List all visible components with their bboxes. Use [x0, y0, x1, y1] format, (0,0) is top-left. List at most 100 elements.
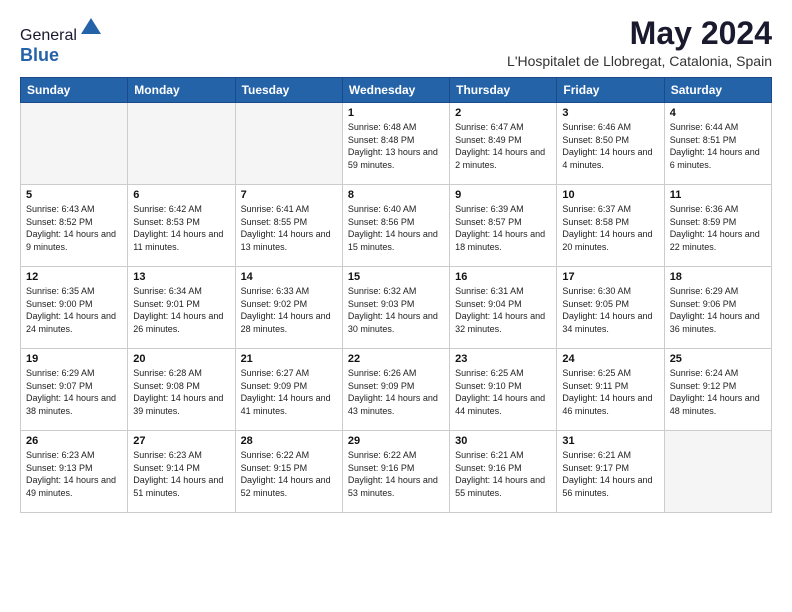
calendar-cell: 6 Sunrise: 6:42 AMSunset: 8:53 PMDaylight…: [128, 185, 235, 267]
cell-info: Sunrise: 6:22 AMSunset: 9:15 PMDaylight:…: [241, 449, 337, 499]
day-number: 1: [348, 107, 444, 119]
calendar-cell: 28 Sunrise: 6:22 AMSunset: 9:15 PMDayligh…: [235, 431, 342, 513]
day-number: 20: [133, 353, 229, 365]
cell-info: Sunrise: 6:39 AMSunset: 8:57 PMDaylight:…: [455, 203, 551, 253]
calendar-cell: 20 Sunrise: 6:28 AMSunset: 9:08 PMDayligh…: [128, 349, 235, 431]
cell-info: Sunrise: 6:28 AMSunset: 9:08 PMDaylight:…: [133, 367, 229, 417]
week-row-1: 5 Sunrise: 6:43 AMSunset: 8:52 PMDaylight…: [21, 185, 772, 267]
header: General Blue May 2024 L'Hospitalet de Ll…: [20, 16, 772, 69]
calendar-cell: 27Sunrise: 6:23 AMSunset: 9:14 PMDayligh…: [128, 431, 235, 513]
calendar-cell: 22Sunrise: 6:26 AMSunset: 9:09 PMDayligh…: [342, 349, 449, 431]
calendar-cell: [128, 103, 235, 185]
calendar-cell: 21 Sunrise: 6:27 AMSunset: 9:09 PMDayligh…: [235, 349, 342, 431]
cell-info: Sunrise: 6:48 AMSunset: 8:48 PMDaylight:…: [348, 121, 444, 171]
day-number: 16: [455, 271, 551, 283]
calendar-cell: [21, 103, 128, 185]
logo-general-text: General: [20, 27, 77, 44]
calendar-cell: 24Sunrise: 6:25 AMSunset: 9:11 PMDayligh…: [557, 349, 664, 431]
cell-info: Sunrise: 6:22 AMSunset: 9:16 PMDaylight:…: [348, 449, 444, 499]
weekday-header-tuesday: Tuesday: [235, 78, 342, 103]
cell-info: Sunrise: 6:47 AMSunset: 8:49 PMDaylight:…: [455, 121, 551, 171]
weekday-header-friday: Friday: [557, 78, 664, 103]
cell-info: Sunrise: 6:41 AMSunset: 8:55 PMDaylight:…: [241, 203, 337, 253]
weekday-header-monday: Monday: [128, 78, 235, 103]
calendar-cell: 18 Sunrise: 6:29 AMSunset: 9:06 PMDayligh…: [664, 267, 771, 349]
cell-info: Sunrise: 6:44 AMSunset: 8:51 PMDaylight:…: [670, 121, 766, 171]
day-number: 7: [241, 189, 337, 201]
calendar-cell: 7 Sunrise: 6:41 AMSunset: 8:55 PMDaylight…: [235, 185, 342, 267]
calendar-cell: 14Sunrise: 6:33 AMSunset: 9:02 PMDayligh…: [235, 267, 342, 349]
day-number: 11: [670, 189, 766, 201]
day-number: 15: [348, 271, 444, 283]
calendar-cell: 26 Sunrise: 6:23 AMSunset: 9:13 PMDayligh…: [21, 431, 128, 513]
week-row-0: 1 Sunrise: 6:48 AMSunset: 8:48 PMDaylight…: [21, 103, 772, 185]
header-right: May 2024 L'Hospitalet de Llobregat, Cata…: [507, 16, 772, 69]
calendar-cell: 12 Sunrise: 6:35 AMSunset: 9:00 PMDayligh…: [21, 267, 128, 349]
day-number: 18: [670, 271, 766, 283]
calendar-cell: [664, 431, 771, 513]
day-number: 3: [562, 107, 658, 119]
cell-info: Sunrise: 6:21 AMSunset: 9:16 PMDaylight:…: [455, 449, 551, 499]
day-number: 5: [26, 189, 122, 201]
day-number: 30: [455, 435, 551, 447]
cell-info: Sunrise: 6:27 AMSunset: 9:09 PMDaylight:…: [241, 367, 337, 417]
weekday-header-saturday: Saturday: [664, 78, 771, 103]
day-number: 6: [133, 189, 229, 201]
calendar-cell: 23 Sunrise: 6:25 AMSunset: 9:10 PMDayligh…: [450, 349, 557, 431]
page: General Blue May 2024 L'Hospitalet de Ll…: [0, 0, 792, 612]
day-number: 8: [348, 189, 444, 201]
cell-info: Sunrise: 6:29 AMSunset: 9:06 PMDaylight:…: [670, 285, 766, 335]
calendar-cell: 3 Sunrise: 6:46 AMSunset: 8:50 PMDaylight…: [557, 103, 664, 185]
weekday-header-wednesday: Wednesday: [342, 78, 449, 103]
calendar-cell: 5 Sunrise: 6:43 AMSunset: 8:52 PMDaylight…: [21, 185, 128, 267]
calendar-cell: 19Sunrise: 6:29 AMSunset: 9:07 PMDayligh…: [21, 349, 128, 431]
calendar-table: SundayMondayTuesdayWednesdayThursdayFrid…: [20, 77, 772, 513]
calendar-cell: 13Sunrise: 6:34 AMSunset: 9:01 PMDayligh…: [128, 267, 235, 349]
cell-info: Sunrise: 6:24 AMSunset: 9:12 PMDaylight:…: [670, 367, 766, 417]
week-row-2: 12 Sunrise: 6:35 AMSunset: 9:00 PMDayligh…: [21, 267, 772, 349]
cell-info: Sunrise: 6:23 AMSunset: 9:14 PMDaylight:…: [133, 449, 229, 499]
calendar-cell: 2Sunrise: 6:47 AMSunset: 8:49 PMDaylight…: [450, 103, 557, 185]
logo-icon: [79, 16, 103, 40]
calendar-cell: 8 Sunrise: 6:40 AMSunset: 8:56 PMDaylight…: [342, 185, 449, 267]
day-number: 21: [241, 353, 337, 365]
calendar-cell: 30 Sunrise: 6:21 AMSunset: 9:16 PMDayligh…: [450, 431, 557, 513]
cell-info: Sunrise: 6:37 AMSunset: 8:58 PMDaylight:…: [562, 203, 658, 253]
calendar-cell: 10 Sunrise: 6:37 AMSunset: 8:58 PMDayligh…: [557, 185, 664, 267]
day-number: 23: [455, 353, 551, 365]
day-number: 17: [562, 271, 658, 283]
day-number: 13: [133, 271, 229, 283]
cell-info: Sunrise: 6:42 AMSunset: 8:53 PMDaylight:…: [133, 203, 229, 253]
day-number: 10: [562, 189, 658, 201]
calendar-cell: 17 Sunrise: 6:30 AMSunset: 9:05 PMDayligh…: [557, 267, 664, 349]
weekday-header-thursday: Thursday: [450, 78, 557, 103]
cell-info: Sunrise: 6:35 AMSunset: 9:00 PMDaylight:…: [26, 285, 122, 335]
cell-info: Sunrise: 6:43 AMSunset: 8:52 PMDaylight:…: [26, 203, 122, 253]
day-number: 9: [455, 189, 551, 201]
cell-info: Sunrise: 6:32 AMSunset: 9:03 PMDaylight:…: [348, 285, 444, 335]
day-number: 4: [670, 107, 766, 119]
cell-info: Sunrise: 6:40 AMSunset: 8:56 PMDaylight:…: [348, 203, 444, 253]
day-number: 26: [26, 435, 122, 447]
cell-info: Sunrise: 6:29 AMSunset: 9:07 PMDaylight:…: [26, 367, 122, 417]
day-number: 22: [348, 353, 444, 365]
day-number: 12: [26, 271, 122, 283]
calendar-cell: 16Sunrise: 6:31 AMSunset: 9:04 PMDayligh…: [450, 267, 557, 349]
calendar-cell: 11Sunrise: 6:36 AMSunset: 8:59 PMDayligh…: [664, 185, 771, 267]
day-number: 24: [562, 353, 658, 365]
cell-info: Sunrise: 6:46 AMSunset: 8:50 PMDaylight:…: [562, 121, 658, 171]
calendar-cell: 4 Sunrise: 6:44 AMSunset: 8:51 PMDaylight…: [664, 103, 771, 185]
day-number: 29: [348, 435, 444, 447]
week-row-4: 26 Sunrise: 6:23 AMSunset: 9:13 PMDayligh…: [21, 431, 772, 513]
calendar-cell: 9 Sunrise: 6:39 AMSunset: 8:57 PMDaylight…: [450, 185, 557, 267]
calendar-cell: 1 Sunrise: 6:48 AMSunset: 8:48 PMDaylight…: [342, 103, 449, 185]
day-number: 28: [241, 435, 337, 447]
day-number: 31: [562, 435, 658, 447]
cell-info: Sunrise: 6:23 AMSunset: 9:13 PMDaylight:…: [26, 449, 122, 499]
cell-info: Sunrise: 6:30 AMSunset: 9:05 PMDaylight:…: [562, 285, 658, 335]
calendar-cell: 29 Sunrise: 6:22 AMSunset: 9:16 PMDayligh…: [342, 431, 449, 513]
calendar-cell: 15 Sunrise: 6:32 AMSunset: 9:03 PMDayligh…: [342, 267, 449, 349]
week-row-3: 19Sunrise: 6:29 AMSunset: 9:07 PMDayligh…: [21, 349, 772, 431]
cell-info: Sunrise: 6:25 AMSunset: 9:10 PMDaylight:…: [455, 367, 551, 417]
logo: General Blue: [20, 16, 103, 66]
